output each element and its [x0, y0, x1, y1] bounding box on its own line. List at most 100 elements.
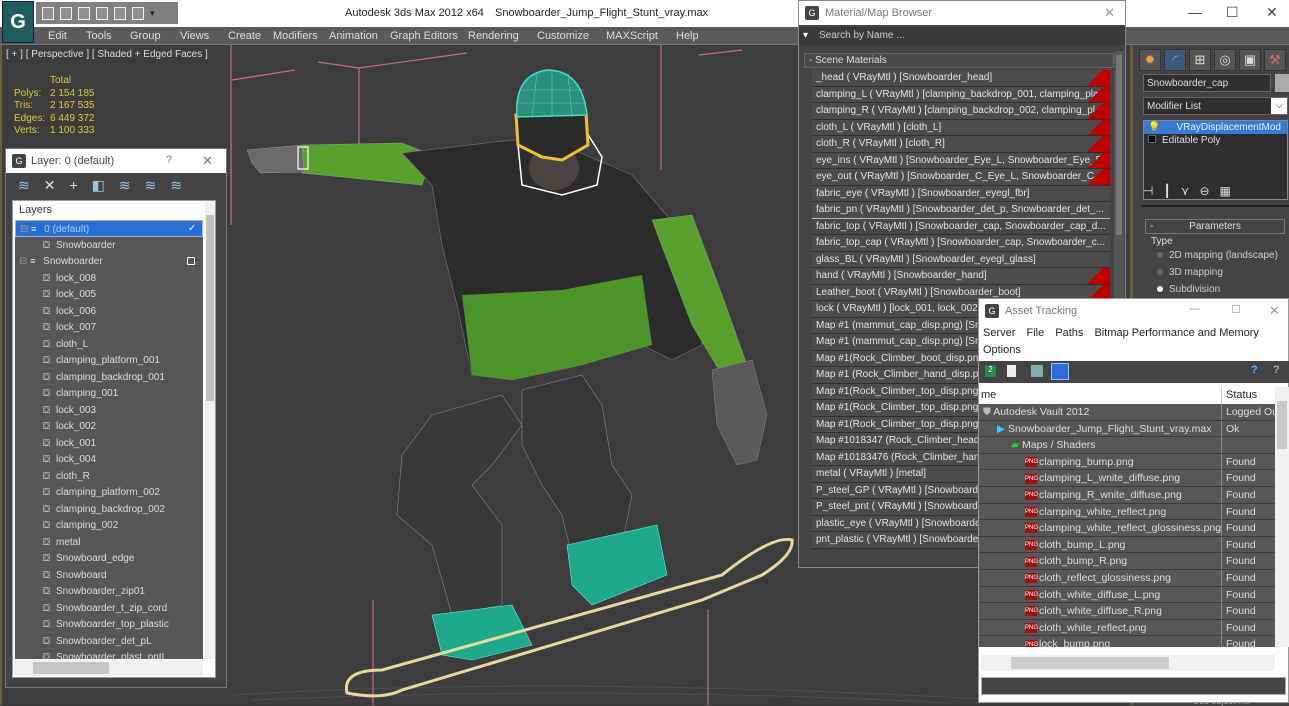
asset-row[interactable]: ▰ Maps / Shaders	[979, 437, 1275, 454]
material-row[interactable]: fabric_pn ( VRayMtl ) [Snowboarder_det_p…	[812, 202, 1110, 219]
thumbnail-view-icon[interactable]	[1031, 365, 1043, 377]
context-help-icon[interactable]: ?	[1273, 364, 1280, 376]
set-current-layer-checkbox[interactable]	[187, 257, 195, 265]
material-row[interactable]: glass_BL ( VRayMtl ) [Snowboarder_eyegl_…	[812, 251, 1110, 268]
layer-row[interactable]: ⛋ Snowboard	[15, 567, 203, 584]
menu-create[interactable]: Create	[228, 30, 261, 42]
layer-row[interactable]: ⛋ lock_007	[15, 319, 203, 336]
layer-row[interactable]: ⛋ lock_006	[15, 303, 203, 320]
asset-row[interactable]: PNGlock_bump.png Found	[979, 636, 1275, 647]
stack-item-editable-poly[interactable]: Editable Poly	[1144, 134, 1287, 147]
menu-file[interactable]: File	[1026, 327, 1044, 339]
radio-2d-mapping[interactable]: 2D mapping (landscape)	[1157, 250, 1278, 261]
layer-row[interactable]: ⛋ Snowboarder_plast_pntL	[15, 649, 203, 659]
asset-row[interactable]: PNGcloth_bump_L.png Found	[979, 536, 1275, 554]
asset-row[interactable]: PNGcloth_reflect_glossiness.png Found	[979, 569, 1275, 587]
material-row[interactable]: hand ( VRayMtl ) [Snowboarder_hand]	[812, 268, 1110, 285]
asset-row[interactable]: ▶ Snowboarder_Jump_Flight_Stunt_vray.max…	[979, 420, 1275, 438]
layer-row[interactable]: ⛋ Snowboarder	[15, 237, 203, 254]
layer-row[interactable]: ⛋ clamping_001	[15, 385, 203, 402]
material-row[interactable]: eye_ins ( VRayMtl ) [Snowboarder_Eye_L, …	[812, 152, 1110, 169]
asset-row[interactable]: PNGcloth_white_reflect.png Found	[979, 619, 1275, 637]
layer-row[interactable]: ⛋ Snowboarder_t_zip_cord	[15, 600, 203, 617]
minimize-button[interactable]: —	[1189, 303, 1200, 315]
material-row[interactable]: fabric_eye ( VRayMtl ) [Snowboarder_eyeg…	[812, 185, 1110, 202]
maximize-button[interactable]: ☐	[1231, 303, 1241, 316]
help-icon[interactable]: ?	[1251, 364, 1258, 376]
show-end-result-icon[interactable]: ┃	[1163, 184, 1170, 198]
asset-path-field[interactable]	[981, 677, 1286, 695]
scroll-thumb[interactable]	[1116, 55, 1122, 235]
minimize-button[interactable]: —	[1188, 4, 1202, 20]
layer-row[interactable]: ⛋ Snowboarder_top_plastic	[15, 616, 203, 633]
layer-row[interactable]: ⛋ Snowboarder_zip01	[15, 583, 203, 600]
object-name-field[interactable]: Snowboarder_cap	[1143, 74, 1271, 92]
layer-row[interactable]: ⛋ metal	[15, 534, 203, 551]
asset-row[interactable]: PNGclamping_white_reflect_glossiness.png…	[979, 520, 1275, 537]
layer-row[interactable]: ⛋ Snowboard_edge	[15, 550, 203, 567]
tab-motion-icon[interactable]: ◎	[1214, 49, 1236, 71]
tab-modify-icon[interactable]: ◜	[1164, 49, 1186, 71]
radio-3d-mapping[interactable]: 3D mapping	[1157, 267, 1223, 278]
material-browser-titlebar[interactable]: G Material/Map Browser ✕	[799, 1, 1125, 25]
customize-toolbar-dropdown-icon[interactable]: ▾	[150, 8, 155, 19]
layer-row[interactable]: ⛋ clamping_backdrop_001	[15, 369, 203, 386]
lightbulb-icon[interactable]: 💡	[1148, 122, 1160, 133]
project-folder-icon[interactable]	[132, 6, 144, 20]
app-logo-button[interactable]: G	[2, 1, 34, 43]
pin-stack-icon[interactable]: ⊣	[1143, 184, 1153, 198]
menu-options[interactable]: Options	[983, 344, 1021, 356]
hide-all-icon[interactable]: ≋	[145, 177, 157, 194]
material-row[interactable]: clamping_R ( VRayMtl ) [clamping_backdro…	[812, 103, 1110, 120]
menu-rendering[interactable]: Rendering	[468, 30, 519, 42]
expand-toggle-icon[interactable]: ⊟	[20, 224, 31, 235]
layer-horizontal-scrollbar[interactable]	[15, 660, 203, 676]
modifier-list-dropdown[interactable]: Modifier List ⌵	[1143, 97, 1288, 115]
tab-create-icon[interactable]: ✹	[1139, 49, 1161, 71]
asset-horizontal-scrollbar[interactable]	[981, 655, 1275, 671]
close-button[interactable]: ✕	[1269, 303, 1280, 319]
table-view-icon[interactable]	[1051, 363, 1069, 380]
material-row[interactable]: fabric_top ( VRayMtl ) [Snowboarder_cap,…	[812, 217, 1110, 236]
scroll-thumb[interactable]	[1277, 401, 1287, 449]
menu-maxscript[interactable]: MAXScript	[606, 30, 658, 42]
material-row[interactable]: cloth_L ( VRayMtl ) [cloth_L]	[812, 119, 1110, 136]
material-search-input[interactable]: ▾ Search by Name ...	[799, 27, 1125, 45]
asset-row[interactable]: PNGcloth_white_diffuse_L.png Found	[979, 586, 1275, 604]
column-status[interactable]: Status	[1221, 387, 1257, 404]
layer-row[interactable]: ⛋ cloth_R	[15, 468, 203, 485]
material-row[interactable]: cloth_R ( VRayMtl ) [cloth_R]	[812, 136, 1110, 153]
scroll-thumb[interactable]	[33, 662, 109, 674]
material-row[interactable]: _head ( VRayMtl ) [Snowboarder_head]	[812, 70, 1110, 87]
material-row[interactable]: fabric_top_cap ( VRayMtl ) [Snowboarder_…	[812, 235, 1110, 252]
viewport-label[interactable]: [ + ] [ Perspective ] [ Shaded + Edged F…	[6, 49, 208, 60]
asset-row[interactable]: ⛊ Autodesk Vault 2012 Logged Ou	[979, 404, 1275, 421]
layer-row[interactable]: ⛋ lock_003	[15, 402, 203, 419]
asset-row[interactable]: PNGclamping_white_reflect.png Found	[979, 503, 1275, 521]
close-button[interactable]: ✕	[1266, 4, 1278, 21]
add-to-layer-icon[interactable]: +	[69, 177, 77, 193]
scene-materials-group[interactable]: - Scene Materials	[804, 53, 1114, 68]
asset-row[interactable]: PNGcloth_white_diffuse_R.png Found	[979, 603, 1275, 620]
tab-display-icon[interactable]: ▣	[1239, 49, 1261, 71]
radio-subdivision[interactable]: Subdivision	[1157, 284, 1220, 295]
layer-panel-titlebar[interactable]: G Layer: 0 (default) ? ✕	[6, 149, 226, 173]
freeze-all-icon[interactable]: ≋	[170, 177, 182, 194]
layer-row[interactable]: ⛋ lock_001	[15, 435, 203, 452]
layer-row[interactable]: ⛋ cloth_L	[15, 336, 203, 353]
menu-help[interactable]: Help	[676, 30, 699, 42]
delete-layer-icon[interactable]: ✕	[44, 177, 56, 194]
layer-row[interactable]: ⛋ clamping_platform_002	[15, 484, 203, 501]
menu-paths[interactable]: Paths	[1055, 327, 1083, 339]
menu-views[interactable]: Views	[180, 30, 209, 42]
asset-row[interactable]: PNGclamping_R_wnite_diffuse.png Found	[979, 486, 1275, 504]
menu-modifiers[interactable]: Modifiers	[273, 30, 318, 42]
layer-row[interactable]: ⛋ lock_002	[15, 418, 203, 435]
scroll-thumb[interactable]	[1011, 657, 1169, 669]
layer-row[interactable]: ⊟ ≡ 0 (default) ✓	[15, 220, 203, 237]
options-dropdown-icon[interactable]: ▾	[803, 30, 808, 41]
configure-modifier-sets-icon[interactable]: ▦	[1220, 184, 1231, 198]
expand-icon[interactable]	[1148, 135, 1156, 143]
layer-row[interactable]: ⛋ clamping_002	[15, 517, 203, 534]
layer-row[interactable]: ⛋ lock_004	[15, 451, 203, 468]
